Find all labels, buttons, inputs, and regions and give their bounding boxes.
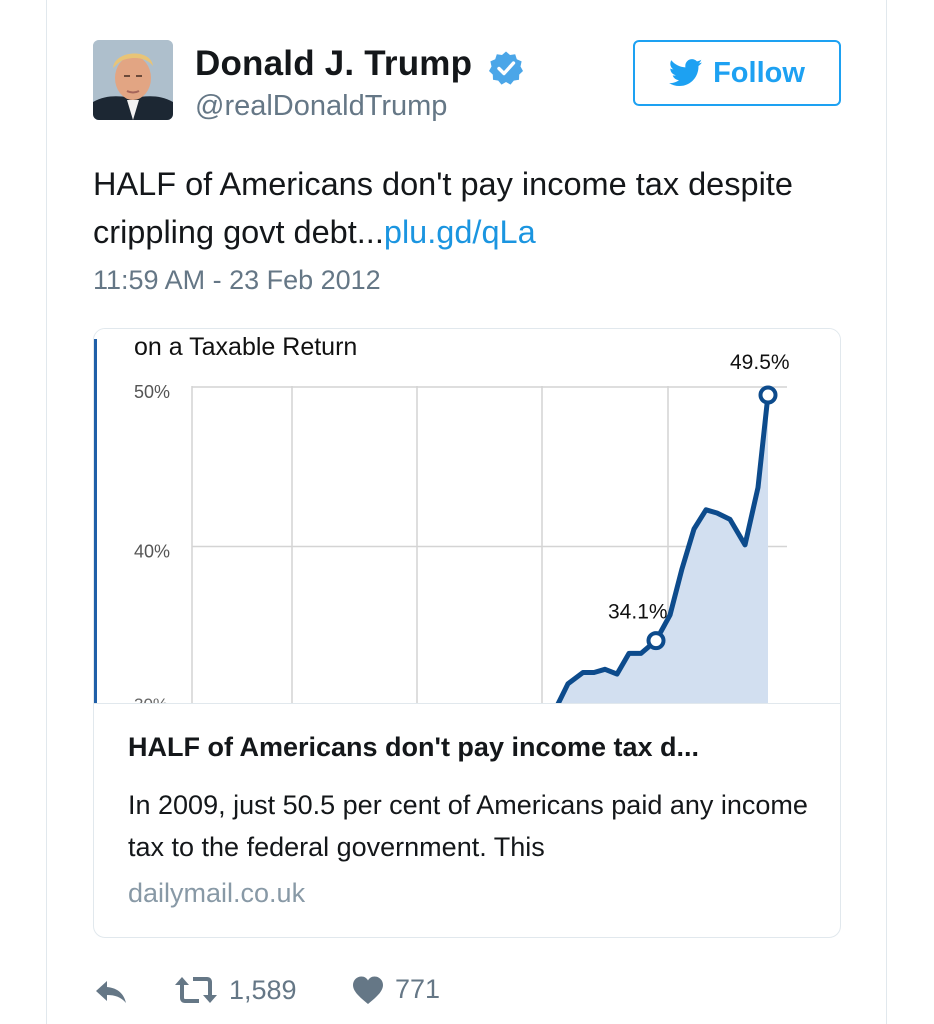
tweet-timestamp[interactable]: 11:59 AM - 23 Feb 2012 — [93, 265, 381, 296]
retweet-button[interactable]: 1,589 — [173, 974, 297, 1006]
chart-clipped-tick: 30% — [134, 695, 168, 703]
chart-y-tick-label: 40% — [134, 542, 170, 562]
link-card[interactable]: on a Taxable Return 50% 40% 34.1% 49.5% 30… — [93, 328, 841, 938]
follow-label: Follow — [713, 56, 805, 89]
card-title[interactable]: HALF of Americans don't pay income tax d… — [128, 732, 808, 763]
chart-title: on a Taxable Return — [134, 333, 357, 361]
reply-button[interactable] — [93, 978, 129, 1006]
card-description: In 2009, just 50.5 per cent of Americans… — [128, 790, 808, 862]
profile-avatar[interactable] — [93, 40, 173, 120]
card-image[interactable]: on a Taxable Return 50% 40% 34.1% 49.5% 30… — [94, 329, 840, 703]
follow-button[interactable]: Follow — [633, 40, 841, 106]
verified-badge-icon — [489, 51, 523, 85]
card-body[interactable]: HALF of Americans don't pay income tax d… — [94, 703, 840, 937]
screen-name[interactable]: @realDonaldTrump — [195, 90, 447, 123]
like-count: 771 — [395, 974, 441, 1004]
card-domain: dailymail.co.uk — [128, 878, 306, 908]
heart-icon — [353, 976, 383, 1004]
tweet-link[interactable]: plu.gd/qLa — [384, 214, 536, 250]
retweet-count: 1,589 — [229, 974, 297, 1005]
avatar-portrait — [93, 40, 173, 120]
chart-point-marker — [758, 385, 778, 405]
like-button[interactable]: 771 — [351, 974, 440, 1005]
income-tax-chart: on a Taxable Return 50% 40% 34.1% 49.5% 30… — [94, 329, 840, 703]
twitter-bird-icon — [669, 59, 703, 87]
reply-icon — [96, 981, 126, 1003]
chart-data-label: 49.5% — [730, 351, 790, 374]
display-name[interactable]: Donald J. Trump — [195, 44, 472, 84]
timeline-border-left — [46, 0, 47, 1024]
retweet-icon — [175, 977, 217, 1003]
chart-data-label: 34.1% — [608, 601, 668, 624]
tweet-text: HALF of Americans don't pay income tax d… — [93, 160, 793, 256]
timeline-border-right — [886, 0, 887, 1024]
chart-point-marker — [646, 631, 666, 651]
chart-y-tick-label: 50% — [134, 382, 170, 402]
